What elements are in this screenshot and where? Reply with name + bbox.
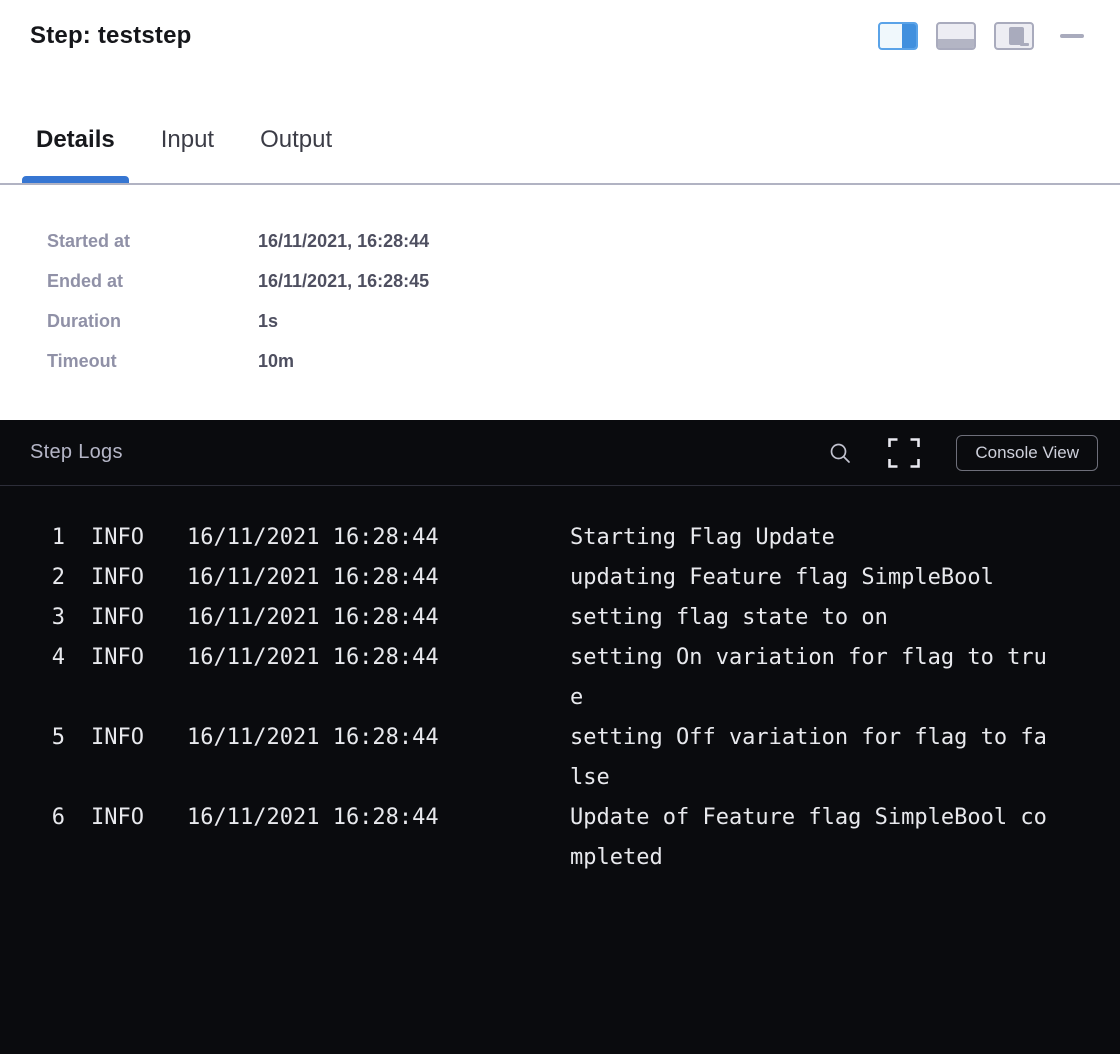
log-time: 16/11/2021 16:28:44 <box>187 798 570 838</box>
detail-value: 16/11/2021, 16:28:44 <box>258 221 429 261</box>
fullscreen-button[interactable] <box>888 438 920 468</box>
detail-row-ended-at: Ended at16/11/2021, 16:28:45 <box>47 261 1120 301</box>
log-level: INFO <box>91 558 187 598</box>
log-message: setting Off variation for flag to false <box>570 718 1055 798</box>
step-logs-actions: Console View <box>828 435 1098 471</box>
floating-view-icon[interactable] <box>994 22 1034 50</box>
log-time: 16/11/2021 16:28:44 <box>187 598 570 638</box>
tab-label: Details <box>36 126 115 153</box>
log-level: INFO <box>91 718 187 758</box>
log-message: Update of Feature flag SimpleBool comple… <box>570 798 1055 878</box>
details-section: Started at16/11/2021, 16:28:44Ended at16… <box>0 185 1120 420</box>
detail-label: Started at <box>47 221 258 261</box>
detail-value: 1s <box>258 301 278 341</box>
detail-label: Duration <box>47 301 258 341</box>
tab-input[interactable]: Input <box>147 126 228 183</box>
search-icon <box>828 441 852 465</box>
log-level: INFO <box>91 638 187 678</box>
log-time: 16/11/2021 16:28:44 <box>187 558 570 598</box>
log-row: 4 INFO16/11/2021 16:28:44setting On varia… <box>30 638 1090 718</box>
log-row: 2 INFO16/11/2021 16:28:44updating Feature… <box>30 558 1090 598</box>
log-scroll-area[interactable]: 1INFO16/11/2021 16:28:44Starting Flag Up… <box>0 486 1120 878</box>
tab-details[interactable]: Details <box>22 126 129 183</box>
log-level: INFO <box>91 798 187 838</box>
tab-bar: Details Input Output <box>0 126 1120 185</box>
detail-label: Ended at <box>47 261 258 301</box>
log-level: INFO <box>91 598 187 638</box>
detail-row-timeout: Timeout10m <box>47 341 1120 381</box>
log-line: 3 <box>30 598 65 638</box>
fullscreen-icon <box>888 438 920 468</box>
split-right-view-icon[interactable] <box>878 22 918 50</box>
log-row: 5 INFO16/11/2021 16:28:44setting Off vari… <box>30 718 1090 798</box>
log-line: 5 <box>30 718 65 758</box>
log-level: INFO <box>91 518 187 558</box>
log-row: 1 INFO16/11/2021 16:28:44Starting Flag Up… <box>30 518 1090 558</box>
split-right-view-fill <box>902 24 916 48</box>
bottom-view-fill <box>938 39 974 48</box>
log-line: 6 <box>30 798 65 838</box>
tab-output[interactable]: Output <box>246 126 346 183</box>
step-logs-header: Step Logs Console View <box>0 420 1120 486</box>
active-tab-underline <box>22 176 129 183</box>
log-time: 16/11/2021 16:28:44 <box>187 638 570 678</box>
log-time: 16/11/2021 16:28:44 <box>187 518 570 558</box>
page-title: Step: teststep <box>30 22 192 50</box>
log-time: 16/11/2021 16:28:44 <box>187 718 570 758</box>
minimize-icon[interactable] <box>1060 34 1084 38</box>
search-button[interactable] <box>828 441 852 465</box>
console-view-button[interactable]: Console View <box>956 435 1098 471</box>
log-message: updating Feature flag SimpleBool <box>570 558 1055 598</box>
detail-value: 16/11/2021, 16:28:45 <box>258 261 429 301</box>
log-row: 6 INFO16/11/2021 16:28:44Update of Featur… <box>30 798 1090 878</box>
window-controls <box>878 22 1084 50</box>
log-message: setting On variation for flag to true <box>570 638 1055 718</box>
tab-label: Output <box>260 126 332 153</box>
detail-label: Timeout <box>47 341 258 381</box>
detail-value: 10m <box>258 341 294 381</box>
log-line: 4 <box>30 638 65 678</box>
log-row: 3 INFO16/11/2021 16:28:44setting flag sta… <box>30 598 1090 638</box>
bottom-view-icon[interactable] <box>936 22 976 50</box>
log-line: 2 <box>30 558 65 598</box>
log-message: setting flag state to on <box>570 598 1055 638</box>
log-message: Starting Flag Update <box>570 518 1055 558</box>
tab-label: Input <box>161 126 214 153</box>
window-header: Step: teststep <box>0 20 1120 52</box>
step-logs-title: Step Logs <box>30 441 123 464</box>
step-logs-panel: Step Logs Console View 1INFO16/11/2021 1… <box>0 420 1120 1054</box>
log-line: 1 <box>30 518 65 558</box>
floating-view-bar <box>1020 43 1029 46</box>
detail-row-duration: Duration1s <box>47 301 1120 341</box>
detail-row-started-at: Started at16/11/2021, 16:28:44 <box>47 221 1120 261</box>
